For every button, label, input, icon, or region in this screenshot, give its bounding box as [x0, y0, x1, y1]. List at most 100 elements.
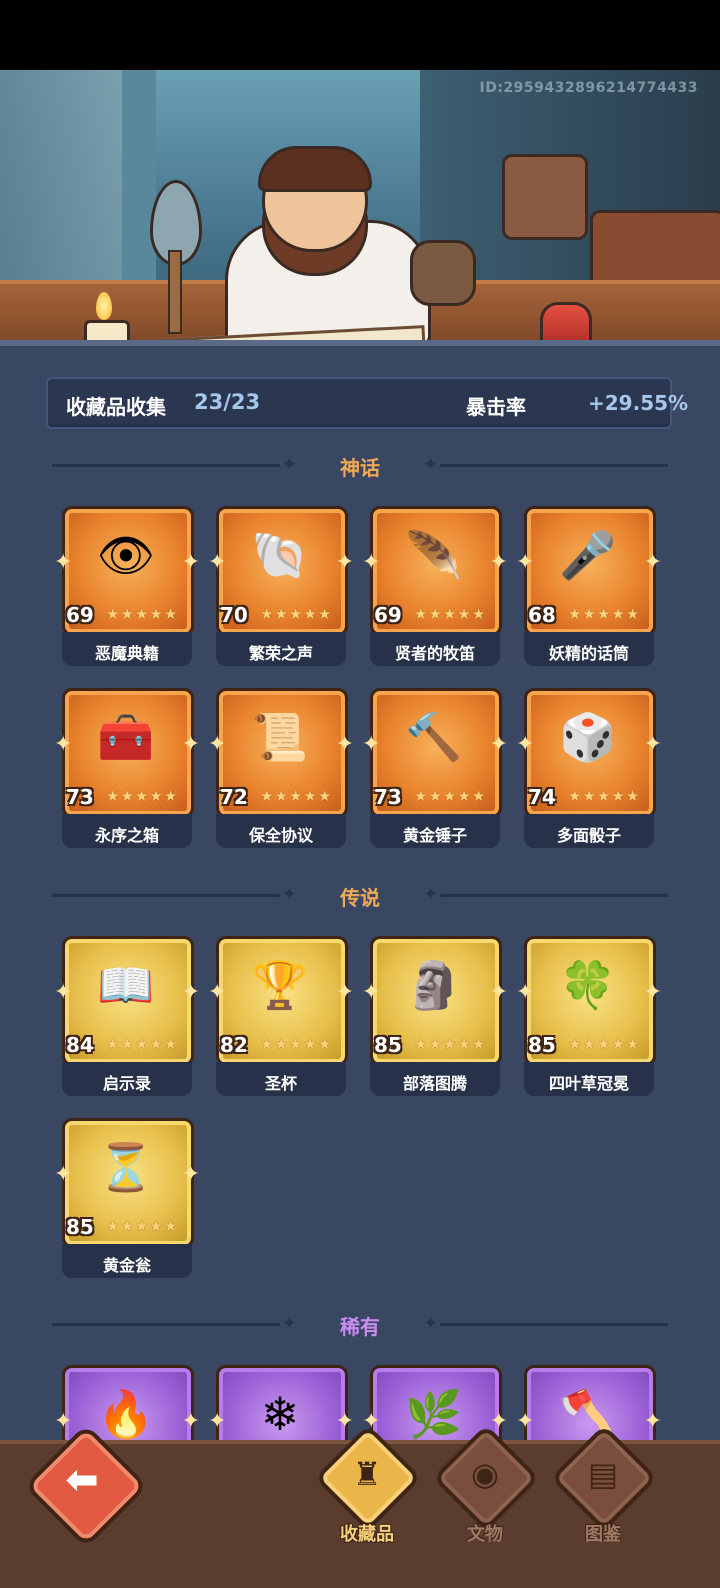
star-icon: ★: [596, 787, 611, 805]
sparkle-icon: ✦: [422, 454, 438, 475]
star-icon: ★: [625, 787, 640, 805]
item-nameplate: 保全协议: [216, 814, 346, 848]
tab-artifacts[interactable]: ◉ 文物: [430, 1424, 540, 1552]
eternal-chest-icon: 🧰: [97, 709, 155, 764]
star-icon: ★: [471, 787, 486, 805]
shovel-handle: [168, 250, 182, 334]
sparkle-icon: ✦: [643, 550, 662, 575]
star-icon: ★: [120, 1035, 134, 1053]
collectible-card[interactable]: ✦ ✦ 🍀 85 ★ ★ ★ ★ ★ 四叶草冠冕: [516, 936, 662, 1098]
section-header-mythic: ✦ 神话 ✦: [52, 452, 668, 480]
item-level: 68: [528, 603, 556, 627]
item-name: 启示录: [102, 1074, 151, 1093]
star-icon: ★: [611, 1035, 625, 1053]
star-rating: ★ ★ ★ ★ ★: [260, 605, 331, 623]
star-rating: ★ ★ ★ ★ ★: [414, 1035, 485, 1053]
item-name: 黄金瓮: [102, 1256, 151, 1275]
crit-rate-label: 暴击率: [466, 395, 526, 419]
collectible-card[interactable]: ✦ ✦ 📖 84 ★ ★ ★ ★ ★ 启示录: [54, 936, 200, 1098]
star-icon: ★: [442, 605, 457, 623]
star-rating: ★ ★ ★ ★ ★: [414, 605, 485, 623]
star-icon: ★: [120, 605, 134, 623]
divider-line: [440, 894, 668, 897]
item-name: 贤者的牧笛: [394, 644, 475, 663]
sparkle-icon: ✦: [208, 732, 227, 757]
sparkle-icon: ✦: [516, 550, 535, 575]
sparkle-icon: ✦: [422, 884, 438, 905]
crit-rate-value: +29.55%: [588, 391, 689, 415]
collectible-card[interactable]: ✦ ✦ 🔨 73 ★ ★ ★ ★ ★ 黄金锤子: [362, 688, 508, 850]
tab-codex[interactable]: ▤ 图鉴: [548, 1424, 658, 1552]
clover-crown-icon: 🍀: [559, 957, 617, 1012]
item-name: 四叶草冠冕: [548, 1074, 629, 1093]
item-nameplate: 黄金瓮: [62, 1244, 192, 1278]
star-icon: ★: [414, 1035, 428, 1053]
banner-pillar: [122, 70, 156, 300]
collectible-card[interactable]: ✦ ✦ 🪶 69 ★ ★ ★ ★ ★ 贤者的牧笛: [362, 506, 508, 668]
item-name: 部落图腾: [402, 1074, 467, 1093]
item-name: 妖精的话筒: [548, 644, 629, 663]
holy-grail-icon: 🏆: [251, 957, 309, 1012]
item-name: 多面骰子: [556, 826, 621, 845]
item-nameplate: 妖精的话筒: [524, 632, 654, 666]
item-level: 73: [374, 785, 402, 809]
collectible-card[interactable]: ✦ ✦ 🧰 73 ★ ★ ★ ★ ★ 永序之箱: [54, 688, 200, 850]
sparkle-icon: ✦: [54, 980, 73, 1005]
sparkle-icon: ✦: [181, 1409, 200, 1434]
star-icon: ★: [596, 605, 611, 623]
polyhedral-dice-icon: 🎲: [559, 709, 617, 764]
artifact-eye-icon: ◉: [471, 1455, 499, 1493]
collectible-card[interactable]: ✦ ✦ 🎲 74 ★ ★ ★ ★ ★ 多面骰子: [516, 688, 662, 850]
star-icon: ★: [149, 605, 163, 623]
star-icon: ★: [120, 1217, 134, 1235]
collectible-card[interactable]: ✦ ✦ ⏳ 85 ★ ★ ★ ★ ★ 黄金瓮: [54, 1118, 200, 1280]
star-icon: ★: [288, 1035, 303, 1053]
star-icon: ★: [149, 1035, 163, 1053]
star-icon: ★: [317, 605, 332, 623]
collection-chest-icon: ♜: [352, 1455, 382, 1493]
item-level: 82: [220, 1033, 248, 1057]
tab-collection[interactable]: ♜ 收藏品: [312, 1424, 422, 1552]
star-icon: ★: [106, 1035, 120, 1053]
item-level: 72: [220, 785, 248, 809]
item-nameplate: 恶魔典籍: [62, 632, 192, 666]
section-header-legend: ✦ 传说 ✦: [52, 882, 668, 910]
star-icon: ★: [260, 787, 274, 805]
star-icon: ★: [303, 1035, 317, 1053]
star-icon: ★: [260, 605, 274, 623]
golden-urn-icon: ⏳: [97, 1139, 155, 1194]
sparkle-icon: ✦: [335, 1409, 354, 1434]
star-rating: ★ ★ ★ ★ ★: [568, 1035, 639, 1053]
demon-tome-icon: 👁: [96, 527, 156, 582]
item-name: 繁荣之声: [248, 644, 313, 663]
sage-flute-icon: 🪶: [405, 527, 463, 582]
star-icon: ★: [134, 787, 149, 805]
star-icon: ★: [582, 787, 596, 805]
tab-label: 文物: [467, 1524, 503, 1545]
star-icon: ★: [596, 1035, 611, 1053]
frost-spirit-icon: ❄: [260, 1387, 300, 1441]
star-icon: ★: [611, 605, 625, 623]
collectible-card[interactable]: ✦ ✦ 🗿 85 ★ ★ ★ ★ ★ 部落图腾: [362, 936, 508, 1098]
collectible-card[interactable]: ✦ ✦ 👁 69 ★ ★ ★ ★ ★ 恶魔典籍: [54, 506, 200, 668]
star-icon: ★: [303, 787, 317, 805]
item-nameplate: 圣杯: [216, 1062, 346, 1096]
collectible-card[interactable]: ✦ ✦ 📜 72 ★ ★ ★ ★ ★ 保全协议: [208, 688, 354, 850]
prosperity-voice-icon: 🐚: [251, 527, 309, 582]
collectible-card[interactable]: ✦ ✦ 🏆 82 ★ ★ ★ ★ ★ 圣杯: [208, 936, 354, 1098]
star-icon: ★: [303, 605, 317, 623]
star-icon: ★: [471, 605, 486, 623]
item-name: 黄金锤子: [402, 826, 467, 845]
collection-count: 23/23: [194, 390, 261, 414]
item-nameplate: 启示录: [62, 1062, 192, 1096]
collectible-card[interactable]: ✦ ✦ 🎤 68 ★ ★ ★ ★ ★ 妖精的话筒: [516, 506, 662, 668]
star-icon: ★: [149, 1217, 163, 1235]
dwarf-hair: [258, 146, 372, 192]
shop-banner-scene: ID:2959432896214774433: [0, 70, 720, 346]
item-level: 84: [66, 1033, 94, 1057]
star-icon: ★: [120, 787, 134, 805]
preservation-contract-icon: 📜: [251, 709, 309, 764]
sparkle-icon: ✦: [208, 550, 227, 575]
star-rating: ★ ★ ★ ★ ★: [106, 1217, 177, 1235]
collectible-card[interactable]: ✦ ✦ 🐚 70 ★ ★ ★ ★ ★ 繁荣之声: [208, 506, 354, 668]
